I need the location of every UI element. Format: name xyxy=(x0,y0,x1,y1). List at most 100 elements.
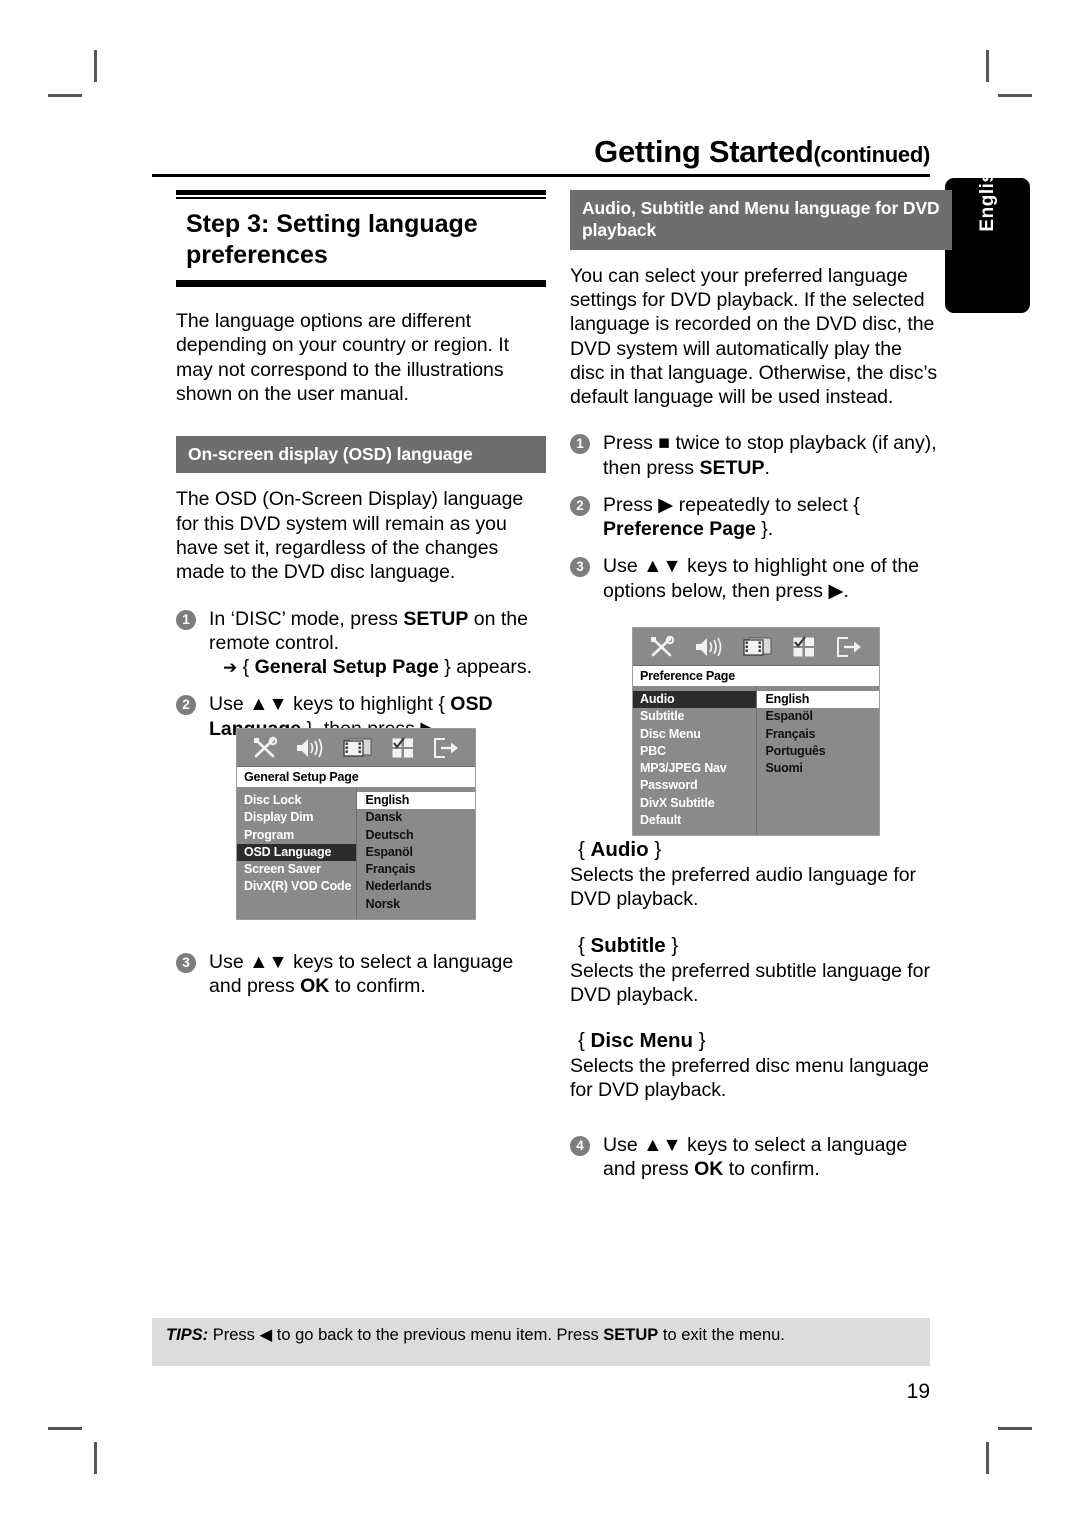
brace-close: } xyxy=(665,933,679,957)
menu-item-divx-vod-code[interactable]: DivX(R) VOD Code xyxy=(237,878,356,895)
right-step-1: 1 Press ■ twice to stop playback (if any… xyxy=(570,431,940,480)
general-setup-option-list: English Dansk Deutsch Espanöl Français N… xyxy=(356,787,476,919)
menu-item-mp3-jpeg-nav[interactable]: MP3/JPEG Nav xyxy=(633,760,756,777)
step-text-bold: OK xyxy=(300,975,330,998)
brace-open: { xyxy=(578,837,591,861)
option-francais[interactable]: Français xyxy=(357,861,476,878)
menu-item-screen-saver[interactable]: Screen Saver xyxy=(237,861,356,878)
substep-post: } appears. xyxy=(438,656,533,679)
brace-close: } xyxy=(693,1029,706,1053)
option-english[interactable]: English xyxy=(756,691,879,709)
step-text-pre: Use ▲▼ keys to highlight one of the opti… xyxy=(603,555,920,602)
tips-text-pre: Press ◀ to go back to the previous menu … xyxy=(208,1326,604,1344)
tips-text-bold: SETUP xyxy=(603,1326,659,1344)
definition-text-disc-menu: Selects the preferred disc menu language… xyxy=(570,1055,929,1102)
menu-item-disc-menu[interactable]: Disc Menu xyxy=(633,726,756,743)
video-setup-icon xyxy=(743,636,773,658)
option-dansk[interactable]: Dansk xyxy=(357,809,476,826)
step-text-pre: Press ▶ repeatedly to select { xyxy=(603,493,860,516)
crop-mark-top-left-vertical xyxy=(94,50,97,82)
preference-menu-list: Audio Subtitle Disc Menu PBC MP3/JPEG Na… xyxy=(633,686,757,835)
definition-heading-subtitle: { Subtitle } xyxy=(578,934,940,958)
step-number-badge: 3 xyxy=(176,952,196,973)
crop-mark-bottom-left-vertical xyxy=(94,1442,97,1474)
step-text-bold: Preference Page xyxy=(603,518,756,541)
menu-item-password[interactable]: Password xyxy=(633,777,756,794)
crop-mark-top-right-vertical xyxy=(986,50,989,82)
osd-language-paragraph: The OSD (On-Screen Display) language for… xyxy=(176,488,524,584)
step-text-pre: Use ▲▼ keys to highlight { xyxy=(209,693,451,716)
menu-item-disc-lock[interactable]: Disc Lock xyxy=(237,792,356,809)
option-portugues[interactable]: Português xyxy=(757,743,880,760)
general-setup-page-screenshot: General Setup Page Disc Lock Display Dim… xyxy=(236,728,476,920)
menu-item-divx-subtitle[interactable]: DivX Subtitle xyxy=(633,795,756,812)
option-nederlands[interactable]: Nederlands xyxy=(357,878,476,895)
audio-subtitle-menu-band: Audio, Subtitle and Menu language for DV… xyxy=(570,190,952,250)
menu-item-default[interactable]: Default xyxy=(633,812,756,829)
option-espanol[interactable]: Espanöl xyxy=(357,844,476,861)
tips-bar: TIPS: Press ◀ to go back to the previous… xyxy=(152,1318,930,1366)
setup-icon-bar xyxy=(633,628,879,666)
audio-setup-icon xyxy=(295,737,325,759)
language-side-tab-label: English xyxy=(976,159,998,232)
substep-bold: General Setup Page xyxy=(254,656,439,679)
page-title-main: Getting Started xyxy=(594,134,814,169)
option-francais[interactable]: Français xyxy=(757,726,880,743)
left-step-1: 1 In ‘DISC’ mode, press SETUP on the rem… xyxy=(176,607,546,680)
menu-item-audio[interactable]: Audio xyxy=(633,691,756,709)
step-substep: ➔ { General Setup Page } appears. xyxy=(209,655,546,679)
osd-language-band: On-screen display (OSD) language xyxy=(176,436,546,474)
brace-open: { xyxy=(578,1029,591,1053)
right-step-3: 3 Use ▲▼ keys to highlight one of the op… xyxy=(570,554,940,603)
header-divider xyxy=(152,173,930,177)
step-number-badge: 3 xyxy=(570,557,590,578)
general-setup-icon xyxy=(649,635,675,659)
right-intro-paragraph: You can select your preferred language s… xyxy=(570,264,938,409)
step-number-badge: 2 xyxy=(570,495,590,516)
step-text-pre: In ‘DISC’ mode, press xyxy=(209,607,404,630)
general-setup-icon xyxy=(252,736,278,760)
option-deutsch[interactable]: Deutsch xyxy=(357,827,476,844)
definition-heading-disc-menu: { Disc Menu } xyxy=(578,1029,940,1053)
intro-paragraph: The language options are different depen… xyxy=(176,310,510,405)
audio-setup-icon xyxy=(694,636,724,658)
definition-text-audio: Selects the preferred audio language for… xyxy=(570,863,916,911)
step-text-post: to confirm. xyxy=(723,1157,820,1180)
tips-text-post: to exit the menu. xyxy=(658,1326,785,1344)
definition-heading-audio: { Audio } xyxy=(578,838,940,862)
option-norsk[interactable]: Norsk xyxy=(357,896,476,913)
step-text-bold: OK xyxy=(694,1157,724,1180)
menu-item-pbc[interactable]: PBC xyxy=(633,743,756,760)
step3-rule-top-thick xyxy=(176,190,546,195)
crop-mark-top-left-horizontal xyxy=(48,94,82,97)
general-setup-menu-list: Disc Lock Display Dim Program OSD Langua… xyxy=(237,787,357,919)
brace-open: { xyxy=(578,933,591,957)
option-espanol[interactable]: Espanöl xyxy=(757,708,880,725)
step-text-post: . xyxy=(764,456,770,479)
preference-setup-icon xyxy=(391,736,415,759)
definition-text-subtitle: Selects the preferred subtitle language … xyxy=(570,959,930,1006)
menu-item-display-dim[interactable]: Display Dim xyxy=(237,809,356,826)
step-number-badge: 2 xyxy=(176,695,196,716)
step-number-badge: 1 xyxy=(176,609,196,630)
step3-heading: Step 3: Setting language preferences xyxy=(186,210,478,269)
video-setup-icon xyxy=(343,737,373,759)
right-step-2: 2 Press ▶ repeatedly to select { Prefere… xyxy=(570,493,940,542)
preference-page-screenshot: Preference Page Audio Subtitle Disc Menu… xyxy=(632,627,880,836)
menu-item-subtitle[interactable]: Subtitle xyxy=(633,708,756,725)
step-text-bold: SETUP xyxy=(699,456,765,479)
option-english[interactable]: English xyxy=(356,792,475,810)
preference-page-body: Audio Subtitle Disc Menu PBC MP3/JPEG Na… xyxy=(633,686,879,835)
crop-mark-bottom-left-horizontal xyxy=(48,1427,82,1430)
page-number: 19 xyxy=(906,1380,930,1403)
option-suomi[interactable]: Suomi xyxy=(757,760,880,777)
general-setup-page-title: General Setup Page xyxy=(237,767,475,787)
page-title-continued: (continued) xyxy=(813,142,931,167)
page-header: Getting Started(continued) xyxy=(152,134,931,177)
menu-item-program[interactable]: Program xyxy=(237,827,356,844)
crop-mark-bottom-right-horizontal xyxy=(998,1427,1032,1430)
definition-name: Audio xyxy=(590,837,649,861)
tips-label: TIPS: xyxy=(166,1326,209,1344)
menu-item-osd-language[interactable]: OSD Language xyxy=(237,843,356,861)
step-text-bold: SETUP xyxy=(403,607,469,630)
